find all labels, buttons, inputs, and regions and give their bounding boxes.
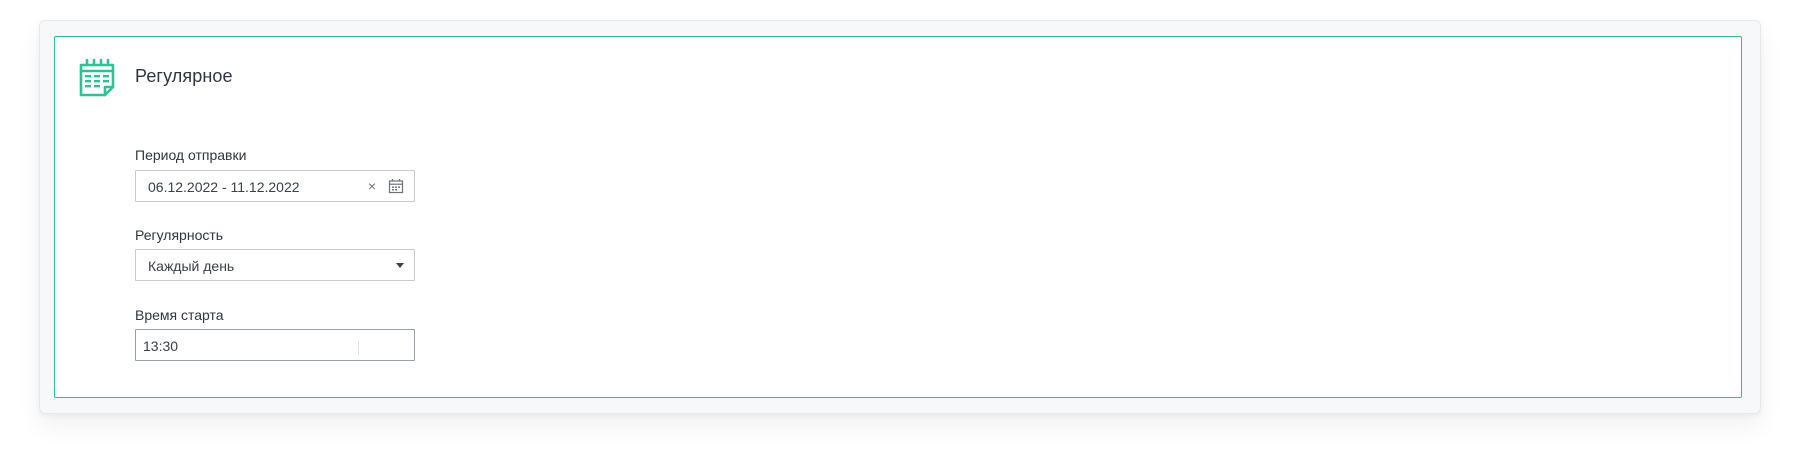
clear-icon[interactable]: × (368, 177, 376, 195)
period-label: Период отправки (135, 147, 247, 163)
period-value: 06.12.2022 - 11.12.2022 (148, 179, 300, 195)
regular-section: Регулярное Период отправки 06.12.2022 - … (54, 36, 1742, 398)
period-input[interactable]: 06.12.2022 - 11.12.2022 × (135, 170, 415, 202)
calendar-icon (79, 58, 115, 97)
start-time-value: 13:30 (143, 338, 179, 354)
calendar-small-icon[interactable] (388, 178, 404, 194)
section-title: Регулярное (135, 66, 233, 86)
start-time-input[interactable]: 13:30 (135, 329, 415, 361)
regularity-label: Регулярность (135, 227, 224, 243)
regularity-select[interactable]: Каждый день (135, 249, 415, 281)
start-time-label: Время старта (135, 307, 224, 323)
regularity-value: Каждый день (148, 258, 235, 274)
text-cursor (358, 341, 359, 355)
caret-down-icon[interactable] (396, 263, 404, 268)
